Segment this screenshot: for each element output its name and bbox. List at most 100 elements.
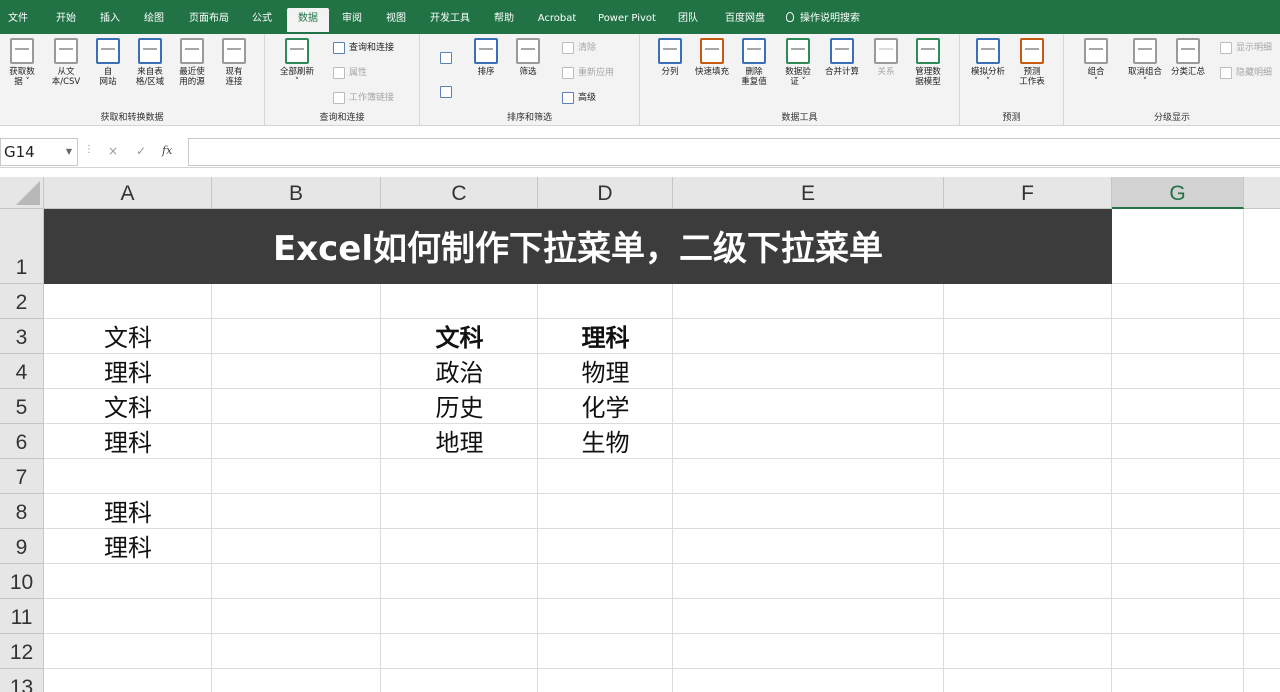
tell-me-search[interactable]: 操作说明搜索 — [786, 8, 860, 30]
row-header-12[interactable]: 12 — [0, 634, 44, 669]
clear-filter-button[interactable]: 清除 — [560, 40, 596, 56]
queries-connections-button[interactable]: 查询和连接 — [331, 40, 394, 56]
forecast-sheet-button[interactable]: 预测 工作表 — [1012, 38, 1052, 87]
show-detail-button[interactable]: 显示明细 — [1218, 40, 1272, 56]
cell-c3[interactable]: 文科 — [381, 319, 538, 354]
row-header-13[interactable]: 13 — [0, 669, 44, 692]
tab-page-layout[interactable]: 页面布局 — [182, 8, 236, 32]
reapply-button[interactable]: 重新应用 — [560, 65, 614, 81]
cell-a3[interactable]: 文科 — [44, 319, 212, 354]
column-header-b[interactable]: B — [212, 177, 381, 209]
existing-connections-button[interactable]: 现有 连接 — [214, 38, 254, 87]
group-label-sort-filter: 排序和筛选 — [506, 113, 552, 123]
advanced-filter-icon — [562, 92, 574, 104]
select-all-button[interactable] — [0, 177, 44, 209]
column-header-a[interactable]: A — [44, 177, 212, 209]
row-header-6[interactable]: 6 — [0, 424, 44, 459]
cell-a4[interactable]: 理科 — [44, 354, 212, 389]
cell-a8[interactable]: 理科 — [44, 494, 212, 529]
from-table-button[interactable]: 来自表 格/区域 — [130, 38, 170, 87]
tab-baidu-netdisk[interactable]: 百度网盘 — [718, 8, 772, 32]
row-header-5[interactable]: 5 — [0, 389, 44, 424]
get-data-button[interactable]: 获取数 据 ˅ — [2, 38, 42, 87]
insert-function-icon[interactable]: fx — [162, 144, 172, 157]
sort-z-a-button[interactable] — [438, 84, 452, 100]
subtotal-button[interactable]: 分类汇总 — [1168, 38, 1208, 77]
formula-bar-splitter[interactable]: ⋮ — [84, 144, 94, 155]
cancel-icon[interactable]: × — [108, 144, 118, 158]
column-header-h[interactable] — [1244, 177, 1280, 209]
cell-a6[interactable]: 理科 — [44, 424, 212, 459]
tab-acrobat[interactable]: Acrobat — [532, 8, 582, 32]
cell-a9[interactable]: 理科 — [44, 529, 212, 564]
from-text-csv-button[interactable]: 从文 本/CSV — [46, 38, 86, 87]
column-header-e[interactable]: E — [673, 177, 944, 209]
cell-a5[interactable]: 文科 — [44, 389, 212, 424]
column-header-g[interactable]: G — [1112, 177, 1244, 209]
row-header-11[interactable]: 11 — [0, 599, 44, 634]
tab-draw[interactable]: 绘图 — [136, 8, 172, 32]
tab-review[interactable]: 审阅 — [334, 8, 370, 32]
row-header-2[interactable]: 2 — [0, 284, 44, 319]
tab-team[interactable]: 团队 — [670, 8, 706, 32]
row-header-7[interactable]: 7 — [0, 459, 44, 494]
hide-detail-button[interactable]: 隐藏明细 — [1218, 65, 1272, 81]
enter-check-icon[interactable]: ✓ — [136, 144, 146, 158]
text-to-columns-button[interactable]: 分列 — [650, 38, 690, 77]
tab-power-pivot[interactable]: Power Pivot — [594, 8, 660, 32]
tab-developer[interactable]: 开发工具 — [424, 8, 476, 32]
tab-formulas[interactable]: 公式 — [244, 8, 280, 32]
sort-a-z-button[interactable] — [438, 50, 452, 66]
ungroup-button[interactable]: 取消组合 ˅ — [1122, 38, 1168, 87]
properties-icon — [333, 67, 345, 79]
refresh-all-button[interactable]: 全部刷新 ˅ — [277, 38, 317, 87]
tab-insert[interactable]: 插入 — [92, 8, 128, 32]
cell-d4[interactable]: 物理 — [538, 354, 673, 389]
consolidate-button[interactable]: 合并计算 — [822, 38, 862, 77]
tab-data[interactable]: 数据 — [287, 8, 329, 32]
from-web-button[interactable]: 自 网站 — [88, 38, 128, 87]
chevron-down-icon[interactable]: ▼ — [66, 139, 72, 165]
what-if-analysis-label: 模拟分析 ˅ — [970, 67, 1005, 87]
data-validation-button[interactable]: 数据验 证 ˅ — [778, 38, 818, 87]
properties-button[interactable]: 属性 — [331, 65, 367, 81]
subtotal-icon — [1176, 38, 1200, 64]
row-header-10[interactable]: 10 — [0, 564, 44, 599]
row-header-1[interactable]: 1 — [0, 209, 44, 284]
column-header-f[interactable]: F — [944, 177, 1112, 209]
cell-d5[interactable]: 化学 — [538, 389, 673, 424]
tab-file[interactable]: 文件 — [2, 8, 34, 32]
flash-fill-button[interactable]: 快速填充 — [692, 38, 732, 77]
cell-d3[interactable]: 理科 — [538, 319, 673, 354]
gridline — [44, 598, 1280, 599]
row-header-9[interactable]: 9 — [0, 529, 44, 564]
tab-help[interactable]: 帮助 — [486, 8, 522, 32]
tab-home[interactable]: 开始 — [48, 8, 84, 32]
title-cell[interactable]: Excel如何制作下拉菜单，二级下拉菜单 — [44, 209, 1112, 284]
sort-button[interactable]: 排序 — [466, 38, 506, 77]
recent-sources-button[interactable]: 最近使 用的源 — [172, 38, 212, 87]
row-header-4[interactable]: 4 — [0, 354, 44, 389]
cell-c5[interactable]: 历史 — [381, 389, 538, 424]
row-header-3[interactable]: 3 — [0, 319, 44, 354]
remove-duplicates-button[interactable]: 删除 重复值 — [734, 38, 774, 87]
advanced-filter-button[interactable]: 高级 — [560, 90, 596, 106]
tab-view[interactable]: 视图 — [378, 8, 414, 32]
name-box[interactable]: G14 ▼ — [0, 138, 78, 166]
formula-input[interactable] — [188, 138, 1280, 166]
row-header-8[interactable]: 8 — [0, 494, 44, 529]
ungroup-icon — [1133, 38, 1157, 64]
filter-button[interactable]: 筛选 — [508, 38, 548, 77]
group-forecast: 模拟分析 ˅ 预测 工作表 预测 — [960, 34, 1064, 126]
column-header-d[interactable]: D — [538, 177, 673, 209]
group-button[interactable]: 组合 ˅ — [1076, 38, 1116, 87]
cell-d6[interactable]: 生物 — [538, 424, 673, 459]
workbook-links-button[interactable]: 工作簿链接 — [331, 90, 394, 106]
cell-c6[interactable]: 地理 — [381, 424, 538, 459]
column-header-c[interactable]: C — [381, 177, 538, 209]
cell-c4[interactable]: 政治 — [381, 354, 538, 389]
group-outline: 组合 ˅ 取消组合 ˅ 分类汇总 显示明细 隐藏明细 分级显示 — [1064, 34, 1280, 126]
manage-data-model-button[interactable]: 管理数 据模型 — [908, 38, 948, 87]
relationships-button[interactable]: 关系 — [866, 38, 906, 77]
what-if-analysis-button[interactable]: 模拟分析 ˅ — [968, 38, 1008, 87]
